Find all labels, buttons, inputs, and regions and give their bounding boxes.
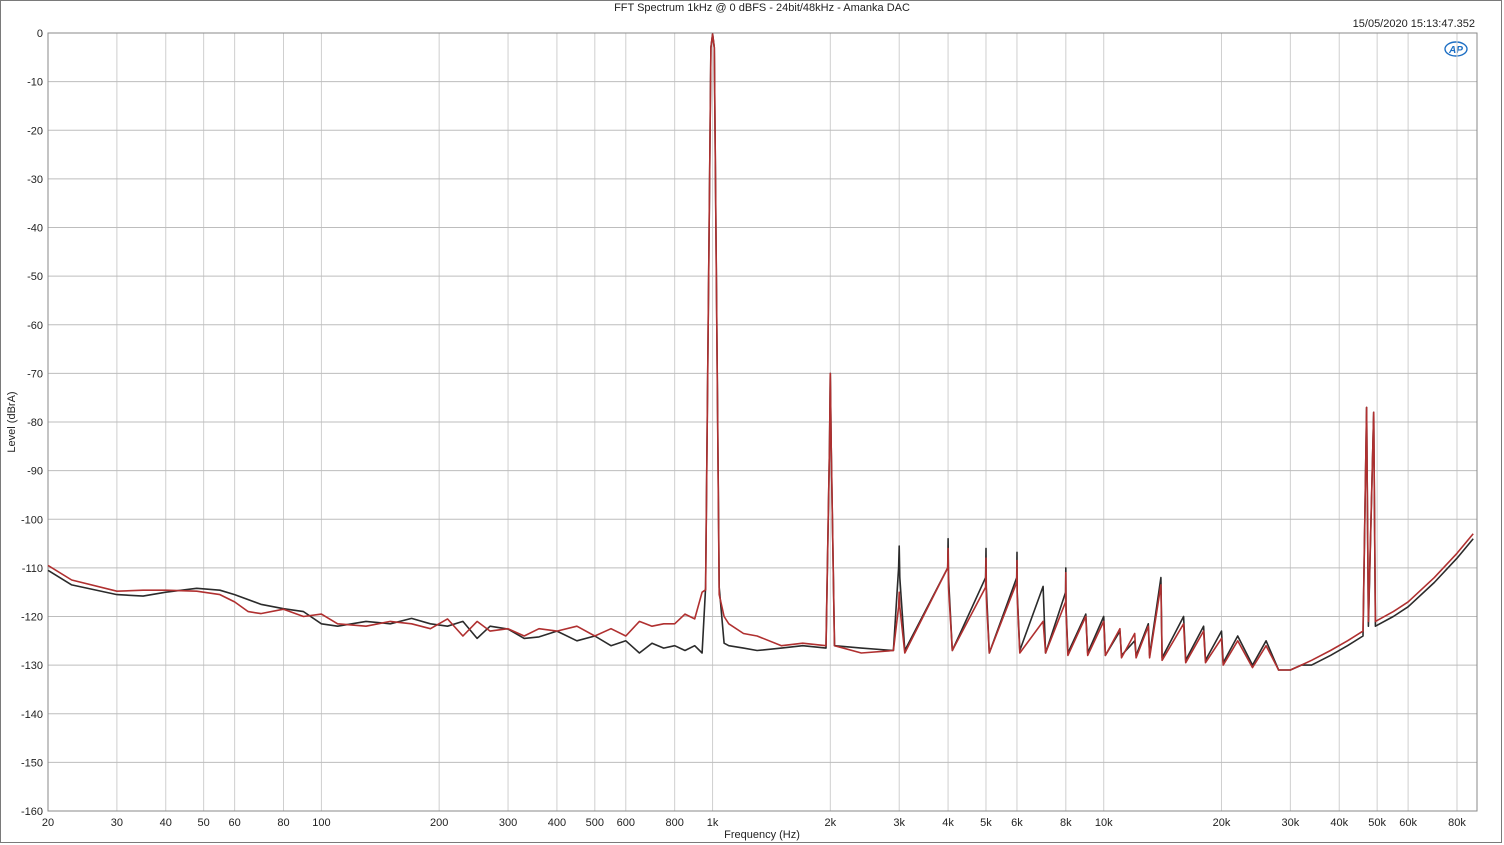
series-group	[47, 33, 1474, 671]
y-tick-label-15: -150	[21, 757, 43, 769]
x-tick-label-18: 6k	[1011, 817, 1023, 829]
x-tick-label-7: 200	[430, 817, 448, 829]
x-tick-label-23: 40k	[1330, 817, 1348, 829]
x-tick-label-11: 600	[617, 817, 635, 829]
grid	[47, 32, 1477, 812]
x-tick-label-19: 8k	[1060, 817, 1072, 829]
y-tick-label-2: -20	[27, 125, 43, 137]
y-tick-label-7: -70	[27, 368, 43, 380]
ap-logo: AP	[1444, 41, 1468, 57]
y-tick-label-3: -30	[27, 174, 43, 186]
x-tick-label-26: 80k	[1448, 817, 1466, 829]
y-axis-ticks: 0 -10 -20 -30 -40 -50 -60 -70 -80 -90 -100 -110 -120…	[21, 28, 43, 818]
x-tick-label-0: 20	[42, 817, 54, 829]
y-tick-label-1: -10	[27, 77, 43, 89]
x-tick-label-5: 80	[277, 817, 289, 829]
x-tick-label-2: 40	[160, 817, 172, 829]
y-tick-label-5: -50	[27, 271, 43, 283]
x-tick-label-1: 30	[111, 817, 123, 829]
x-tick-label-9: 400	[548, 817, 566, 829]
x-tick-label-15: 3k	[893, 817, 905, 829]
chart-title: FFT Spectrum 1kHz @ 0 dBFS - 24bit/48kHz…	[614, 2, 910, 14]
x-tick-label-13: 1k	[707, 817, 719, 829]
x-tick-label-21: 20k	[1213, 817, 1231, 829]
x-tick-label-10: 500	[586, 817, 604, 829]
x-axis-ticks: 20 30 40 50 60 80 100 200 300 400 500 600 800 1k 2k 3k 4…	[42, 817, 1466, 829]
y-axis-label: Level (dBrA)	[6, 391, 18, 452]
x-tick-label-12: 800	[665, 817, 683, 829]
x-tick-label-14: 2k	[825, 817, 837, 829]
y-tick-label-14: -140	[21, 709, 43, 721]
x-tick-label-4: 60	[229, 817, 241, 829]
svg-text:AP: AP	[1448, 45, 1463, 56]
series-line-0	[47, 33, 1474, 671]
x-tick-label-20: 10k	[1095, 817, 1113, 829]
series-line-1	[47, 33, 1474, 671]
y-tick-label-11: -110	[22, 563, 43, 575]
x-tick-label-22: 30k	[1281, 817, 1299, 829]
y-tick-label-10: -100	[21, 514, 43, 526]
y-tick-label-4: -40	[27, 223, 43, 235]
y-tick-label-12: -120	[21, 612, 43, 624]
x-tick-label-8: 300	[499, 817, 517, 829]
y-tick-label-6: -60	[27, 320, 43, 332]
y-tick-label-16: -160	[21, 806, 43, 818]
x-tick-label-3: 50	[198, 817, 210, 829]
chart-timestamp: 15/05/2020 15:13:47.352	[1353, 18, 1475, 30]
x-tick-label-6: 100	[312, 817, 330, 829]
x-axis-label: Frequency (Hz)	[724, 829, 800, 841]
y-tick-label-8: -80	[27, 417, 43, 429]
x-tick-label-25: 60k	[1399, 817, 1417, 829]
x-tick-label-24: 50k	[1368, 817, 1386, 829]
y-tick-label-0: 0	[37, 28, 43, 40]
x-tick-label-16: 4k	[942, 817, 954, 829]
y-tick-label-9: -90	[27, 466, 43, 478]
x-tick-label-17: 5k	[980, 817, 992, 829]
y-tick-label-13: -130	[21, 660, 43, 672]
fft-spectrum-chart: FFT Spectrum 1kHz @ 0 dBFS - 24bit/48kHz…	[6, 2, 1478, 841]
